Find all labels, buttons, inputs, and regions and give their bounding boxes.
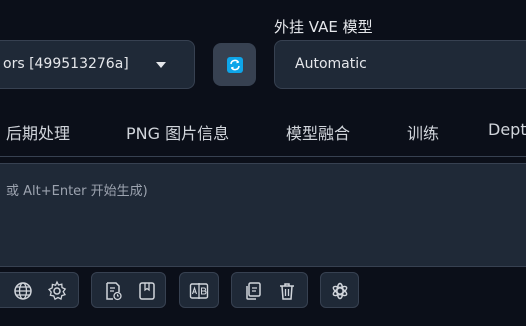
text-compare-icon[interactable]	[188, 280, 210, 302]
refresh-icon	[227, 57, 243, 73]
tab-depth[interactable]: Dept	[488, 120, 526, 139]
gear-icon[interactable]	[46, 280, 68, 302]
tab-postprocess[interactable]: 后期处理	[6, 120, 70, 144]
bookmark-icon[interactable]	[136, 280, 158, 302]
prompt-placeholder: 或 Alt+Enter 开始生成)	[6, 184, 148, 199]
chevron-down-icon	[156, 62, 166, 68]
tab-png-info[interactable]: PNG 图片信息	[126, 120, 229, 144]
globe-icon[interactable]	[12, 280, 34, 302]
tab-merge[interactable]: 模型融合	[286, 120, 350, 144]
vae-label: 外挂 VAE 模型	[274, 18, 373, 36]
refresh-button[interactable]	[213, 43, 256, 86]
tabs-divider	[0, 156, 526, 157]
copy-icon[interactable]	[242, 280, 264, 302]
vae-select-value: Automatic	[295, 56, 367, 72]
document-clock-icon[interactable]	[102, 280, 124, 302]
model-select[interactable]: ors [499513276a]	[0, 40, 195, 89]
toolbar-group-2	[91, 272, 166, 308]
toolbar-group-3	[179, 272, 219, 308]
model-select-value: ors [499513276a]	[3, 56, 129, 72]
vae-select[interactable]: Automatic	[274, 40, 526, 89]
toolbar-group-4	[231, 272, 308, 308]
prompt-textarea[interactable]: 或 Alt+Enter 开始生成)	[0, 163, 526, 267]
tab-train[interactable]: 训练	[407, 120, 439, 144]
trash-icon[interactable]	[276, 280, 298, 302]
toolbar-group-1	[0, 272, 79, 308]
toolbar-group-5	[320, 272, 359, 308]
openai-icon[interactable]	[329, 280, 351, 302]
